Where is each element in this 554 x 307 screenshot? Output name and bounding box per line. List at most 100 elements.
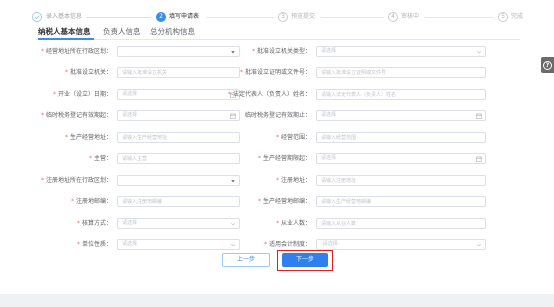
required-mark: * xyxy=(275,134,279,141)
label-text: 经营范围： xyxy=(280,134,311,141)
form-row: * 单位性质： 请选择 * 适用会计制度： -请选择- xyxy=(0,239,554,250)
step-1-label: 录入基本信息 xyxy=(46,13,83,20)
step-connector xyxy=(86,17,151,18)
temp-registration-end-picker[interactable]: 请选择 xyxy=(316,110,486,121)
employee-count-input[interactable] xyxy=(316,218,486,229)
required-mark: * xyxy=(40,177,44,184)
required-mark: * xyxy=(275,177,279,184)
required-mark: * xyxy=(251,48,255,55)
required-mark: * xyxy=(227,91,231,98)
registered-address-input[interactable] xyxy=(316,175,486,186)
form-row: *生产经营地址： *经营范围： xyxy=(0,132,554,143)
form-row: * 临时税务登记有效期起： 请选择 临时税务登记有效期止： 请选择 xyxy=(0,110,554,121)
date-placeholder: 请选择 xyxy=(321,112,337,118)
label-legal-representative-name: * 法定代表人（负责人）姓名： xyxy=(140,89,311,100)
label-business-address-region: * 经营地址所在行政区划： xyxy=(0,46,112,57)
required-mark: * xyxy=(76,241,80,248)
label-accounting-system: * 适用会计制度： xyxy=(140,239,311,250)
page-footer-band xyxy=(0,294,554,307)
previous-step-button[interactable]: 上一步 xyxy=(222,253,270,267)
step-2-label: 填写申请表 xyxy=(169,13,200,20)
step-3-number: 3 xyxy=(278,12,288,22)
form-row: *主营： *生产经营期限起： 请选择 xyxy=(0,153,554,164)
required-mark: * xyxy=(257,155,261,162)
calendar-icon xyxy=(476,112,482,119)
select-placeholder: 请选择 xyxy=(122,220,138,226)
select-placeholder: -请选择- xyxy=(321,241,340,247)
label-entity-nature: * 单位性质： xyxy=(0,239,112,250)
label-text: 经营地址所在行政区划： xyxy=(45,48,112,55)
label-employee-count: * 从业人数： xyxy=(140,218,311,229)
label-text: 单位性质： xyxy=(81,241,112,248)
date-placeholder: 请选择 xyxy=(122,112,138,118)
label-registered-address-region: * 注册地址所在行政区划： xyxy=(0,175,112,186)
calendar-icon xyxy=(476,155,482,162)
required-mark: * xyxy=(64,134,68,141)
label-text: 从业人数： xyxy=(280,220,311,227)
select-placeholder: 请选择 xyxy=(122,241,138,247)
label-main-business: * 主营： xyxy=(0,153,112,164)
label-business-address: * 生产经营地址： xyxy=(0,132,112,143)
step-4-label: 审核中 xyxy=(401,13,420,20)
label-opening-date: * 开业（设立）日期： xyxy=(0,89,112,100)
required-mark: * xyxy=(275,220,279,227)
step-3-label: 预览提交 xyxy=(291,13,316,20)
label-text: 注册地址所在行政区划： xyxy=(45,177,112,184)
required-mark: * xyxy=(76,220,80,227)
label-text: 法定代表人（负责人）姓名： xyxy=(232,91,311,98)
label-text: 批准设立机关： xyxy=(69,69,112,76)
progress-steps: 录入基本信息 2 填写申请表 3 预览提交 4 审核中 5 完成 xyxy=(0,0,554,26)
step-5-number: 5 xyxy=(498,12,508,22)
label-business-postcode: * 生产经营地邮编： xyxy=(140,196,311,207)
accounting-system-select[interactable]: -请选择- xyxy=(316,239,486,250)
required-mark: * xyxy=(64,69,68,76)
required-mark: * xyxy=(40,48,44,55)
date-placeholder: 请选择 xyxy=(122,91,138,97)
required-mark: * xyxy=(70,198,74,205)
business-postcode-input[interactable] xyxy=(316,196,486,207)
label-text: 注册地址： xyxy=(280,177,311,184)
tab-taxpayer-basic-info[interactable]: 纳税人基本信息 xyxy=(38,27,91,36)
label-text: 生产经营地址： xyxy=(69,134,112,141)
chevron-down-icon xyxy=(476,50,482,53)
operation-period-start-picker[interactable]: 请选择 xyxy=(316,153,486,164)
tab-divider xyxy=(36,39,520,40)
label-text: 核算方式： xyxy=(81,220,112,227)
label-approval-authority-type: * 批准设立机关类型： xyxy=(140,46,311,57)
business-scope-input[interactable] xyxy=(316,132,486,143)
label-text: 注册地邮编： xyxy=(75,198,112,205)
next-step-button[interactable]: 下一步 xyxy=(282,253,328,267)
label-text: 开业（设立）日期： xyxy=(57,91,112,98)
approval-authority-type-select[interactable]: 请选择 xyxy=(316,46,486,57)
label-text: 生产经营期限起： xyxy=(262,155,311,162)
date-placeholder: 请选择 xyxy=(321,155,337,161)
label-text: 适用会计制度： xyxy=(268,241,311,248)
label-text: 批准设立证明或文件号： xyxy=(244,69,311,76)
label-temp-registration-start: * 临时税务登记有效期起： xyxy=(0,110,112,121)
required-mark: * xyxy=(257,198,261,205)
form-row: * 注册地址所在行政区划： * 注册地址： xyxy=(0,175,554,186)
required-mark: * xyxy=(239,69,243,76)
label-temp-registration-end: 临时税务登记有效期止： xyxy=(140,110,311,121)
label-text: 批准设立机关类型： xyxy=(256,48,311,55)
legal-representative-name-input[interactable] xyxy=(316,89,486,100)
step-2-number: 2 xyxy=(156,12,166,22)
form-row: *批准设立机关： *批准设立证明或文件号： xyxy=(0,67,554,78)
required-mark: * xyxy=(263,241,267,248)
tab-responsible-person-info[interactable]: 负责人信息 xyxy=(103,27,141,36)
required-mark: * xyxy=(88,155,92,162)
form-row: * 开业（设立）日期： 请选择 * 法定代表人（负责人）姓名： xyxy=(0,89,554,100)
label-text: 临时税务登记有效期止： xyxy=(244,112,311,119)
tab-branch-info[interactable]: 总分机构信息 xyxy=(150,27,195,36)
form-row: * 核算方式： 请选择 * 从业人数： xyxy=(0,218,554,229)
step-connector xyxy=(321,17,384,18)
approval-document-number-input[interactable] xyxy=(316,67,486,78)
label-registered-address: * 注册地址： xyxy=(140,175,311,186)
chevron-down-icon xyxy=(476,243,482,246)
select-placeholder: 请选择 xyxy=(321,48,337,54)
form-row: * 经营地址所在行政区划： * 批准设立机关类型： 请选择 xyxy=(0,46,554,57)
help-button[interactable]: ? xyxy=(541,57,554,73)
step-5-label: 完成 xyxy=(511,13,524,20)
question-icon: ? xyxy=(543,60,552,70)
step-connector xyxy=(206,17,274,18)
